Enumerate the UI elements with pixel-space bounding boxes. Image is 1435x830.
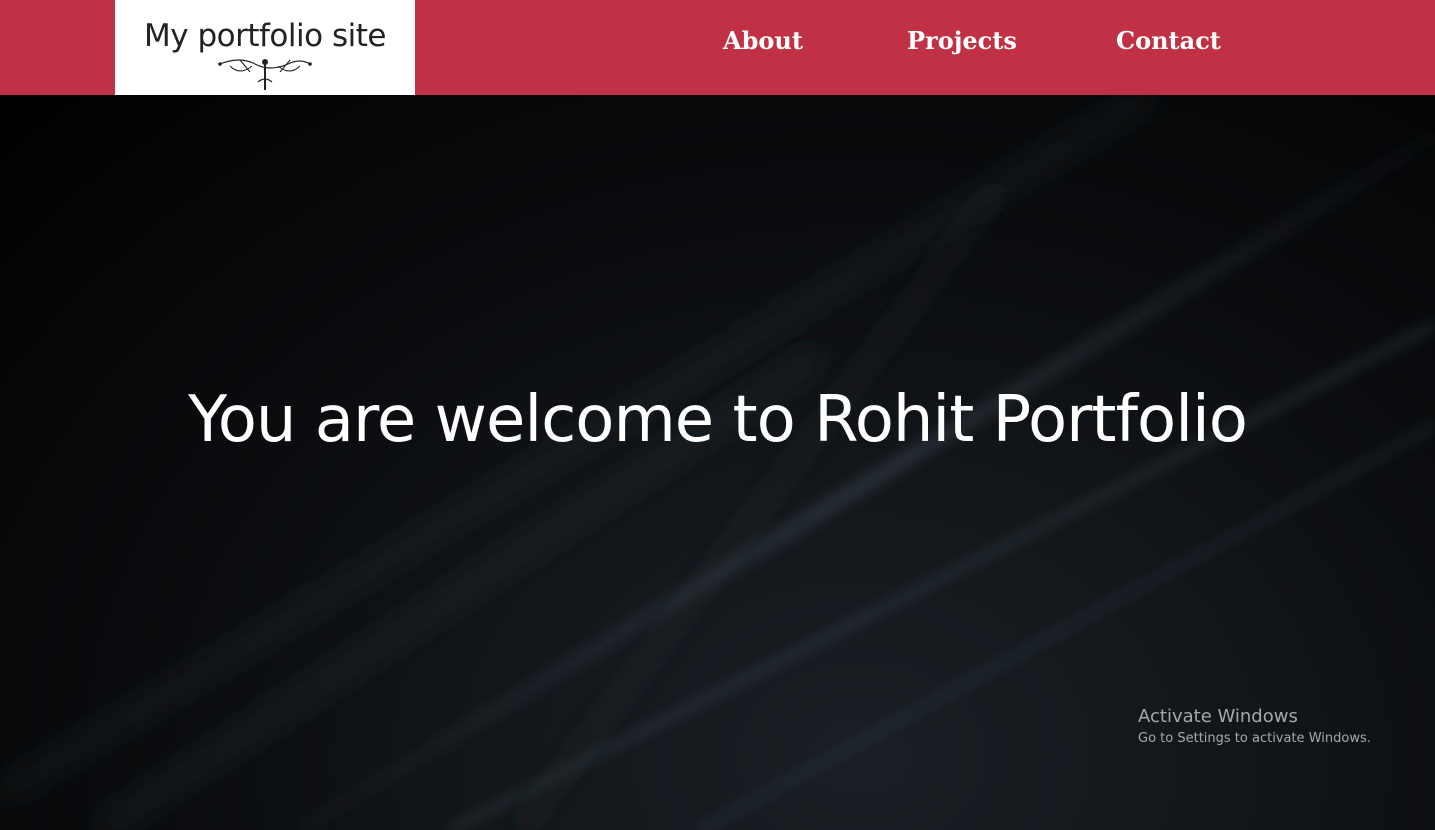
watermark-subtitle: Go to Settings to activate Windows. [1138,731,1371,746]
watermark-title: Activate Windows [1138,706,1298,727]
hero-title: You are welcome to Rohit Portfolio [188,383,1248,457]
site-header: My portfolio site About Projects Contact [0,0,1435,95]
nav-about-link[interactable]: About [723,26,803,55]
site-logo[interactable]: My portfolio site [115,0,415,95]
logo-text: My portfolio site [144,18,386,54]
nav-projects-link[interactable]: Projects [907,26,1017,55]
logo-ornament-icon [218,59,312,90]
windows-activation-watermark: Activate Windows Go to Settings to activ… [1138,706,1371,746]
nav-contact-link[interactable]: Contact [1116,26,1221,55]
